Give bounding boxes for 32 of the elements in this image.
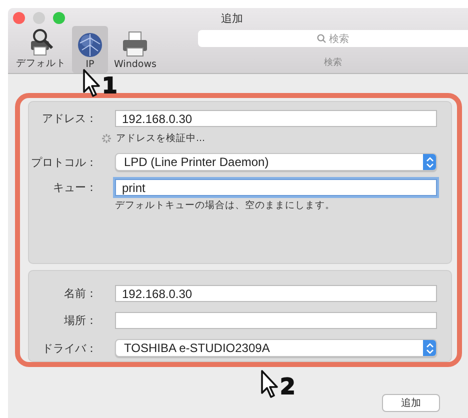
field-label: ドライバ：	[41, 340, 97, 356]
status-text: アドレスを検証中...	[116, 132, 206, 145]
field-label: 場所：	[63, 313, 97, 328]
window-title: 追加	[221, 12, 243, 25]
popup-menu[interactable]: TOSHIBA e-STUDIO2309A	[115, 339, 437, 357]
stepper-icon	[423, 340, 436, 356]
field-label: アドレス：	[41, 111, 97, 126]
toolbar-tab[interactable]: デフォルト	[12, 26, 70, 73]
text-field[interactable]: 192.168.0.30	[115, 285, 437, 302]
zoom-button[interactable]	[53, 12, 65, 24]
cursor-icon	[260, 369, 280, 399]
text-field[interactable]: 192.168.0.30	[115, 110, 437, 127]
close-button[interactable]	[13, 12, 25, 24]
search-label: 検索	[324, 56, 342, 69]
field-label: プロトコル：	[30, 154, 97, 170]
text-field[interactable]	[115, 312, 437, 329]
popup-menu[interactable]: LPD (Line Printer Daemon)	[115, 153, 437, 171]
toolbar-tab[interactable]: Windows	[110, 26, 160, 73]
text-field[interactable]: print	[115, 179, 437, 196]
step-number: 1	[102, 76, 118, 98]
field-label: キュー：	[52, 180, 97, 195]
step-number: 2	[280, 377, 296, 399]
add-button[interactable]: 追加	[382, 394, 440, 412]
minimize-button[interactable]	[33, 12, 45, 24]
stepper-icon	[423, 154, 436, 170]
globe-icon	[76, 31, 104, 59]
spinner-icon	[101, 133, 112, 144]
search-icon	[317, 34, 326, 43]
toolbar-tab[interactable]: IP	[72, 26, 108, 73]
hint-text: デフォルトキューの場合は、空のままにします。	[115, 199, 336, 212]
field-label: 名前：	[63, 286, 97, 301]
cursor-icon	[82, 68, 102, 98]
